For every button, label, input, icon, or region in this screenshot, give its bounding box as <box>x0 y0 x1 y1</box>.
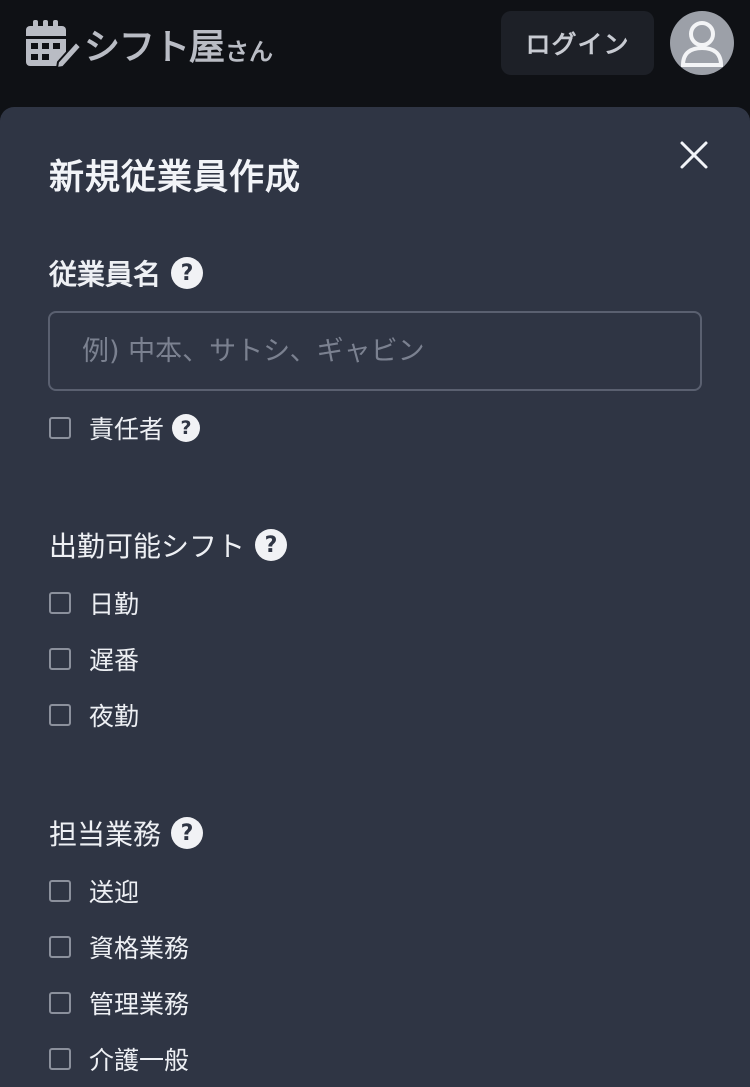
duty-option[interactable]: 資格業務 <box>49 927 189 967</box>
employee-name-label: 従業員名 ? <box>49 253 204 293</box>
top-bar: シフト屋 さん ログイン <box>0 0 750 100</box>
close-icon <box>676 141 712 177</box>
duty-checkbox-transport[interactable] <box>49 880 71 902</box>
logo-suffix: さん <box>225 37 274 66</box>
duty-option-label: 送迎 <box>89 878 140 907</box>
employee-name-input[interactable] <box>48 311 702 391</box>
duty-option[interactable]: 送迎 <box>49 871 139 911</box>
duties-label-text: 担当業務 <box>49 818 162 851</box>
shift-option[interactable]: 日勤 <box>49 583 139 623</box>
user-avatar[interactable] <box>670 11 734 75</box>
create-employee-modal: 新規従業員作成 従業員名 ? 責任者 ? 出勤可能シフト ? 日勤 遅番 夜勤 <box>0 107 750 1087</box>
shift-option-label: 遅番 <box>89 646 140 675</box>
employee-name-label-text: 従業員名 <box>49 258 162 291</box>
shift-option[interactable]: 夜勤 <box>49 695 139 735</box>
login-button[interactable]: ログイン <box>501 11 654 75</box>
help-icon[interactable]: ? <box>171 257 204 289</box>
shift-checkbox-late[interactable] <box>49 648 71 670</box>
close-button[interactable] <box>676 137 712 173</box>
duty-checkbox-management[interactable] <box>49 992 71 1014</box>
duty-option-label: 資格業務 <box>89 934 190 963</box>
modal-title: 新規従業員作成 <box>49 158 302 198</box>
help-icon[interactable]: ? <box>171 817 204 849</box>
shift-option-label: 日勤 <box>89 590 140 619</box>
manager-checkbox-label: 責任者 <box>89 415 165 444</box>
calendar-pencil-icon <box>24 18 82 70</box>
help-icon[interactable]: ? <box>172 414 201 442</box>
available-shifts-label: 出勤可能シフト ? <box>49 525 288 565</box>
app-logo[interactable]: シフト屋 さん <box>24 16 273 72</box>
help-icon[interactable]: ? <box>255 529 288 561</box>
shift-checkbox-night[interactable] <box>49 704 71 726</box>
shift-option-label: 夜勤 <box>89 702 140 731</box>
duty-option[interactable]: 介護一般 <box>49 1039 189 1079</box>
duties-label: 担当業務 ? <box>49 813 204 853</box>
duty-checkbox-qualified[interactable] <box>49 936 71 958</box>
duty-checkbox-general-care[interactable] <box>49 1048 71 1070</box>
manager-checkbox-row[interactable]: 責任者 ? <box>49 408 201 448</box>
available-shifts-label-text: 出勤可能シフト <box>49 530 246 563</box>
duty-option-label: 介護一般 <box>89 1046 190 1075</box>
manager-checkbox[interactable] <box>49 417 71 439</box>
duty-option[interactable]: 管理業務 <box>49 983 189 1023</box>
user-icon <box>670 21 734 75</box>
duty-option-label: 管理業務 <box>89 990 190 1019</box>
shift-checkbox-day[interactable] <box>49 592 71 614</box>
shift-option[interactable]: 遅番 <box>49 639 139 679</box>
logo-text: シフト屋 <box>84 27 225 68</box>
